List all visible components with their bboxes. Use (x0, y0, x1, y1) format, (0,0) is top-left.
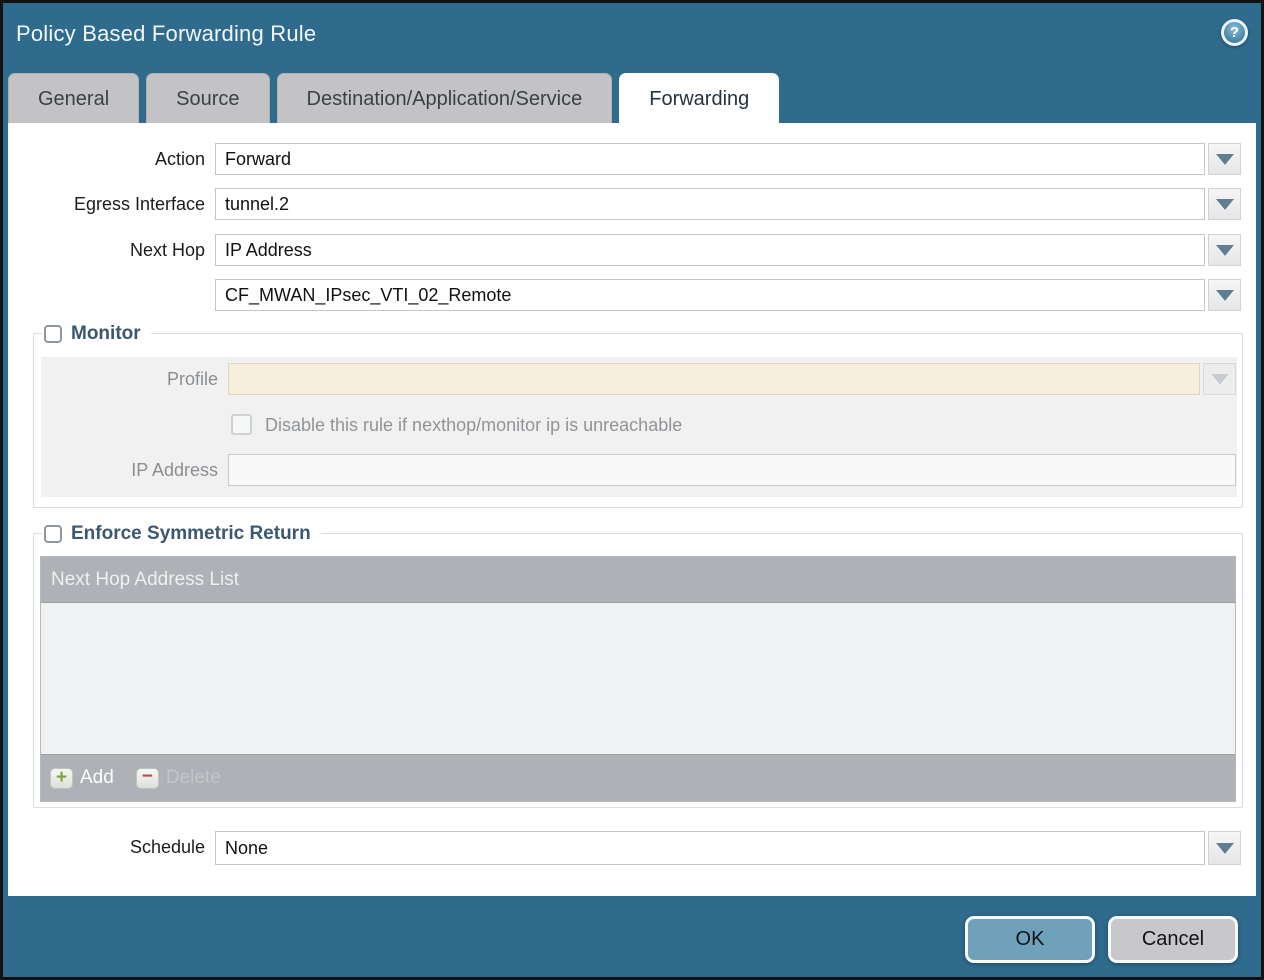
add-button-label: Add (80, 767, 114, 789)
tab-forwarding[interactable]: Forwarding (619, 73, 779, 123)
help-icon[interactable]: ? (1221, 19, 1248, 46)
next-hop-type-select[interactable]: IP Address (215, 234, 1205, 266)
chevron-down-icon (1216, 154, 1234, 165)
cancel-button[interactable]: Cancel (1108, 916, 1238, 963)
enforce-symmetric-return-checkbox[interactable] (44, 525, 62, 543)
monitor-section: Monitor Profile Disable this rule if nex… (33, 333, 1243, 508)
next-hop-type-dropdown-button[interactable] (1208, 234, 1241, 266)
tab-general[interactable]: General (8, 73, 139, 123)
ok-button[interactable]: OK (965, 916, 1095, 963)
tab-destination-application-service[interactable]: Destination/Application/Service (277, 73, 613, 123)
plus-icon: + (50, 768, 73, 789)
delete-button-label: Delete (166, 767, 221, 789)
help-icon-glyph: ? (1230, 25, 1239, 40)
tab-bar: General Source Destination/Application/S… (8, 73, 786, 123)
minus-icon: − (136, 768, 159, 789)
profile-select[interactable] (228, 363, 1200, 395)
tab-source[interactable]: Source (146, 73, 269, 123)
action-dropdown-button[interactable] (1208, 143, 1241, 175)
monitor-panel: Profile Disable this rule if nexthop/mon… (41, 357, 1237, 497)
profile-dropdown-button[interactable] (1203, 363, 1236, 395)
chevron-down-icon (1216, 199, 1234, 210)
disable-rule-checkbox[interactable] (231, 414, 252, 435)
next-hop-list-toolbar: + Add − Delete (41, 754, 1235, 801)
egress-interface-select[interactable]: tunnel.2 (215, 188, 1205, 220)
add-button[interactable]: + Add (50, 767, 114, 789)
enforce-section-title: Enforce Symmetric Return (71, 523, 311, 545)
monitor-ip-address-input[interactable] (228, 454, 1236, 486)
next-hop-address-select[interactable]: CF_MWAN_IPsec_VTI_02_Remote (215, 279, 1205, 311)
monitor-checkbox[interactable] (44, 325, 62, 343)
egress-interface-dropdown-button[interactable] (1208, 188, 1241, 220)
monitor-legend: Monitor (42, 320, 151, 347)
disable-rule-label: Disable this rule if nexthop/monitor ip … (265, 414, 682, 436)
chevron-down-icon (1216, 843, 1234, 854)
monitor-section-title: Monitor (71, 323, 141, 345)
next-hop-address-list-column-header[interactable]: Next Hop Address List (41, 557, 1235, 603)
action-label: Action (8, 143, 205, 175)
forwarding-tab-panel: Action Forward Egress Interface tunnel.2… (8, 123, 1256, 896)
action-select[interactable]: Forward (215, 143, 1205, 175)
monitor-ip-address-label: IP Address (41, 454, 218, 486)
profile-label: Profile (41, 363, 218, 395)
chevron-down-icon (1216, 245, 1234, 256)
dialog-title: Policy Based Forwarding Rule (16, 21, 316, 47)
egress-interface-label: Egress Interface (8, 188, 205, 220)
next-hop-label: Next Hop (8, 234, 205, 266)
schedule-select[interactable]: None (215, 831, 1205, 865)
enforce-symmetric-return-section: Enforce Symmetric Return Next Hop Addres… (33, 533, 1243, 808)
next-hop-address-dropdown-button[interactable] (1208, 279, 1241, 311)
next-hop-address-list-table: Next Hop Address List + Add − Delete (40, 556, 1236, 802)
schedule-dropdown-button[interactable] (1208, 831, 1241, 865)
next-hop-address-list-body (41, 603, 1235, 754)
chevron-down-icon (1216, 290, 1234, 301)
chevron-down-icon (1211, 374, 1229, 385)
schedule-label: Schedule (8, 831, 205, 863)
policy-based-forwarding-dialog: Policy Based Forwarding Rule ? General S… (0, 0, 1264, 980)
enforce-legend: Enforce Symmetric Return (42, 520, 321, 547)
delete-button[interactable]: − Delete (136, 767, 221, 789)
